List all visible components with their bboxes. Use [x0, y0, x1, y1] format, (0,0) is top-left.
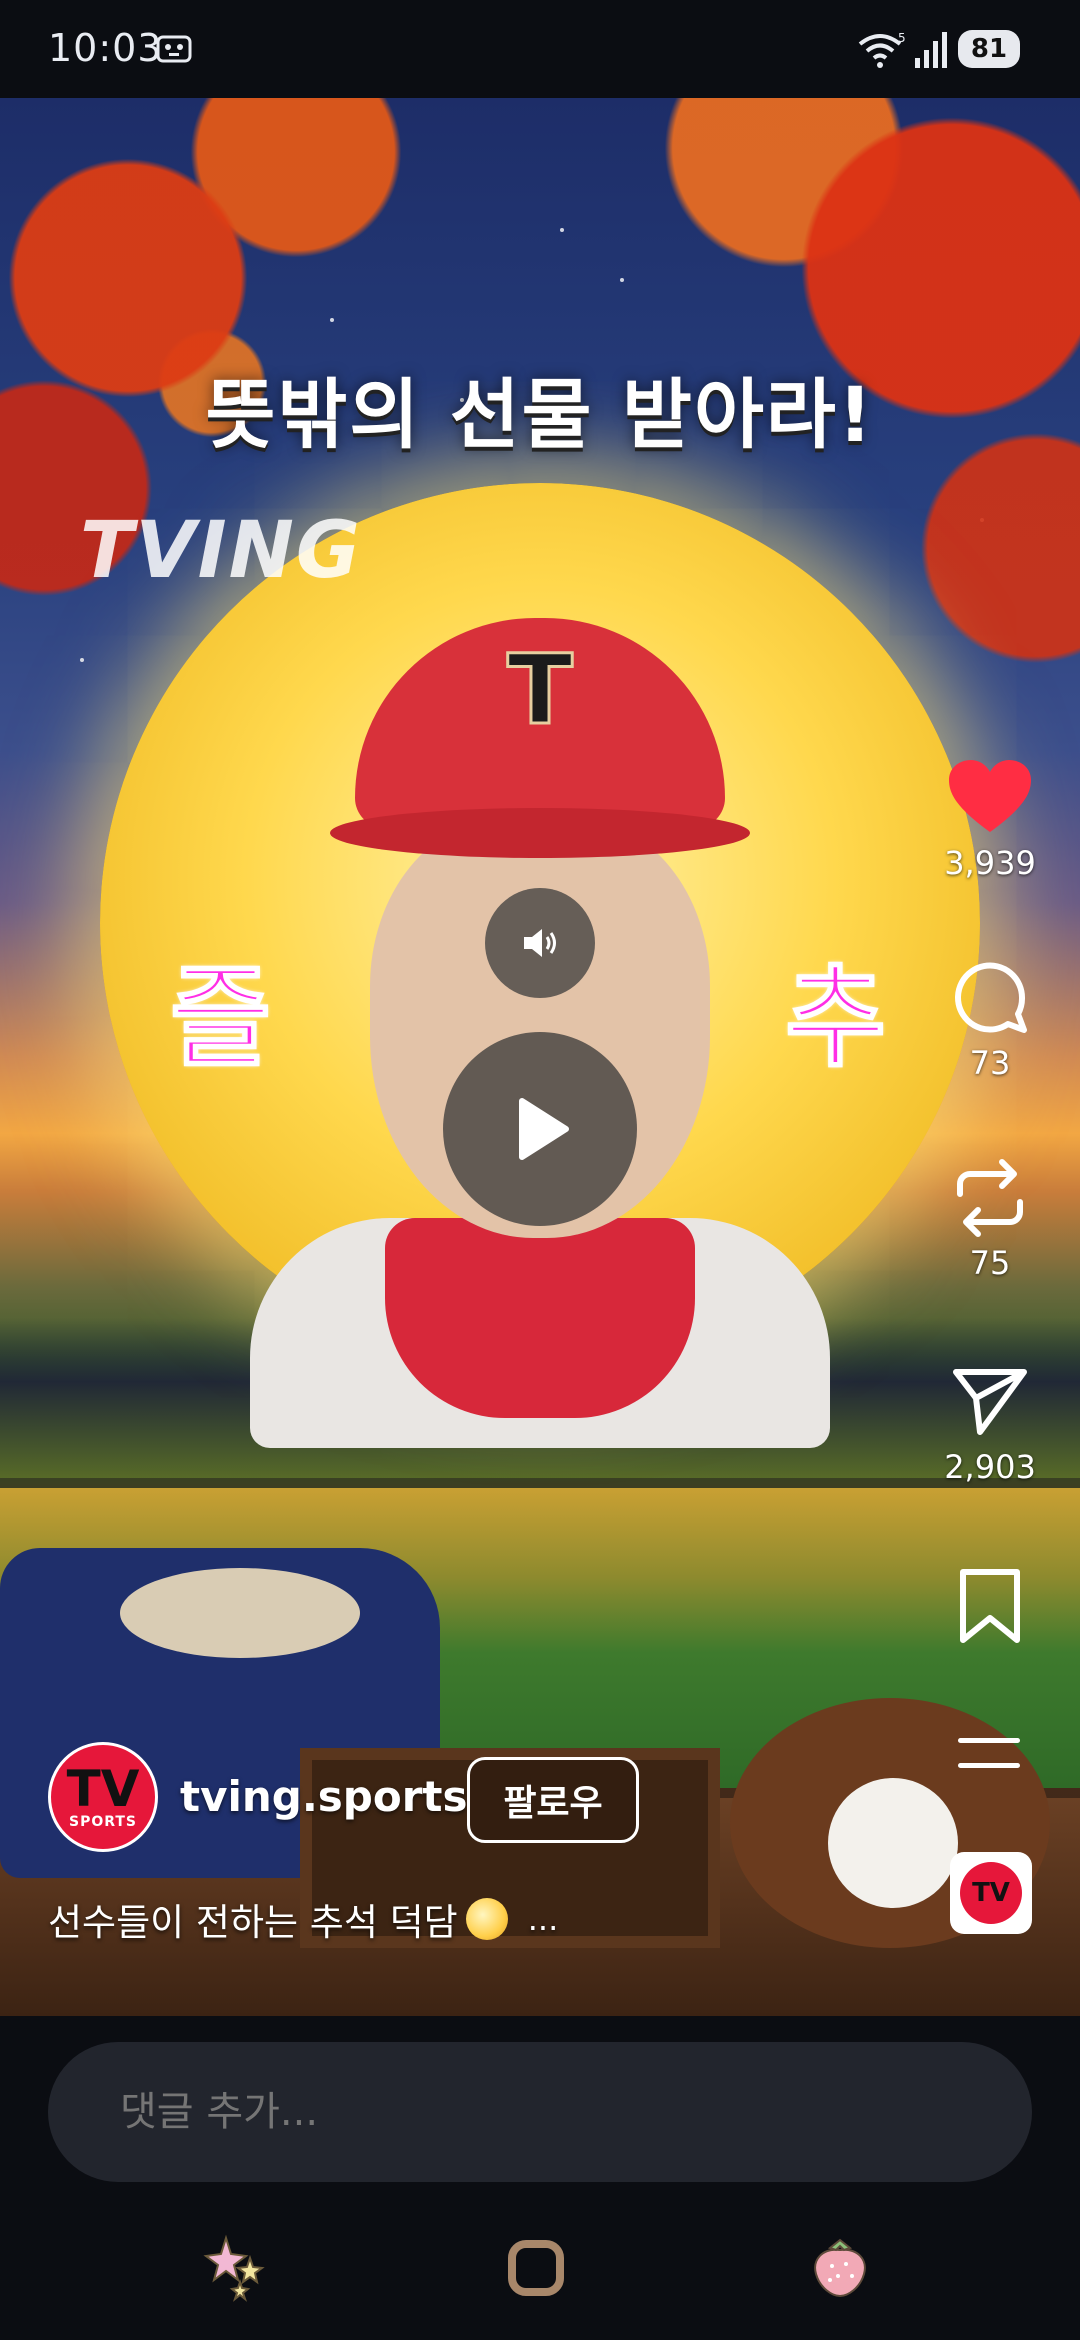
bookmark-icon[interactable]	[955, 1568, 1025, 1644]
comment-count: 73	[969, 1044, 1011, 1082]
menu-line-icon	[958, 1738, 1020, 1743]
caption-more[interactable]: ...	[528, 1900, 559, 1938]
status-bar: 10:03 5 81	[0, 0, 1080, 98]
mute-button[interactable]	[485, 888, 595, 998]
video-headline: 뜻밖의 선물 받아라!	[205, 370, 875, 459]
avatar[interactable]: TV SPORTS	[48, 1742, 158, 1852]
send-icon	[953, 1369, 1027, 1435]
share-count: 2,903	[944, 1448, 1036, 1486]
share-action[interactable]: 2,903	[940, 1362, 1040, 1486]
wifi-icon: 5	[858, 31, 906, 68]
status-time: 10:03	[48, 26, 163, 70]
heart-icon	[949, 760, 1031, 832]
play-button[interactable]	[443, 1032, 637, 1226]
player-portrait: T	[250, 618, 830, 1448]
comment-input[interactable]	[48, 2042, 1032, 2182]
avatar-logo-text: TV	[66, 1760, 140, 1818]
audio-thumbnail[interactable]: TV	[950, 1852, 1032, 1934]
cap-letter: T	[506, 633, 574, 748]
player-jersey-collar	[385, 1218, 695, 1418]
tving-logo: TVING	[80, 506, 362, 596]
strawberry-icon	[814, 2238, 866, 2298]
gift-knot	[120, 1568, 360, 1658]
screen-record-icon	[156, 35, 192, 63]
deco-text-left: 즐	[169, 953, 272, 1083]
play-icon	[519, 1098, 569, 1160]
like-count: 3,939	[944, 844, 1036, 882]
comment-icon	[955, 962, 1027, 1033]
player-cap: T	[355, 618, 725, 828]
repost-icon	[957, 1159, 1023, 1237]
full-moon-emoji-icon	[465, 1898, 508, 1940]
svg-text:5: 5	[898, 31, 906, 45]
sparkle-stars-icon	[203, 2234, 265, 2302]
repost-count: 75	[969, 1244, 1011, 1282]
home-square-icon	[508, 2240, 564, 2296]
nav-back[interactable]	[804, 2232, 876, 2304]
audio-thumbnail-logo: TV	[960, 1862, 1022, 1924]
like-action[interactable]: 3,939	[940, 758, 1040, 882]
follow-button[interactable]: 팔로우	[467, 1757, 639, 1843]
account-username[interactable]: tving.sports	[180, 1772, 467, 1821]
more-menu-button[interactable]	[958, 1738, 1020, 1788]
post-caption[interactable]: 선수들이 전하는 추석 덕담 ...	[48, 1892, 558, 1946]
repost-action[interactable]: 75	[940, 1158, 1040, 1282]
speaker-icon	[524, 929, 556, 957]
nav-home[interactable]	[500, 2232, 572, 2304]
cap-brim	[330, 808, 750, 858]
baseball	[828, 1778, 958, 1908]
avatar-logo-sub: SPORTS	[68, 1814, 138, 1830]
deco-text-right: 추	[784, 953, 887, 1083]
caption-text: 선수들이 전하는 추석 덕담	[48, 1901, 458, 1944]
signal-icon	[915, 32, 947, 68]
menu-line-icon	[958, 1763, 1020, 1768]
battery-indicator: 81	[958, 30, 1020, 68]
nav-recent-apps[interactable]	[200, 2232, 272, 2304]
comment-action[interactable]: 73	[940, 958, 1040, 1082]
